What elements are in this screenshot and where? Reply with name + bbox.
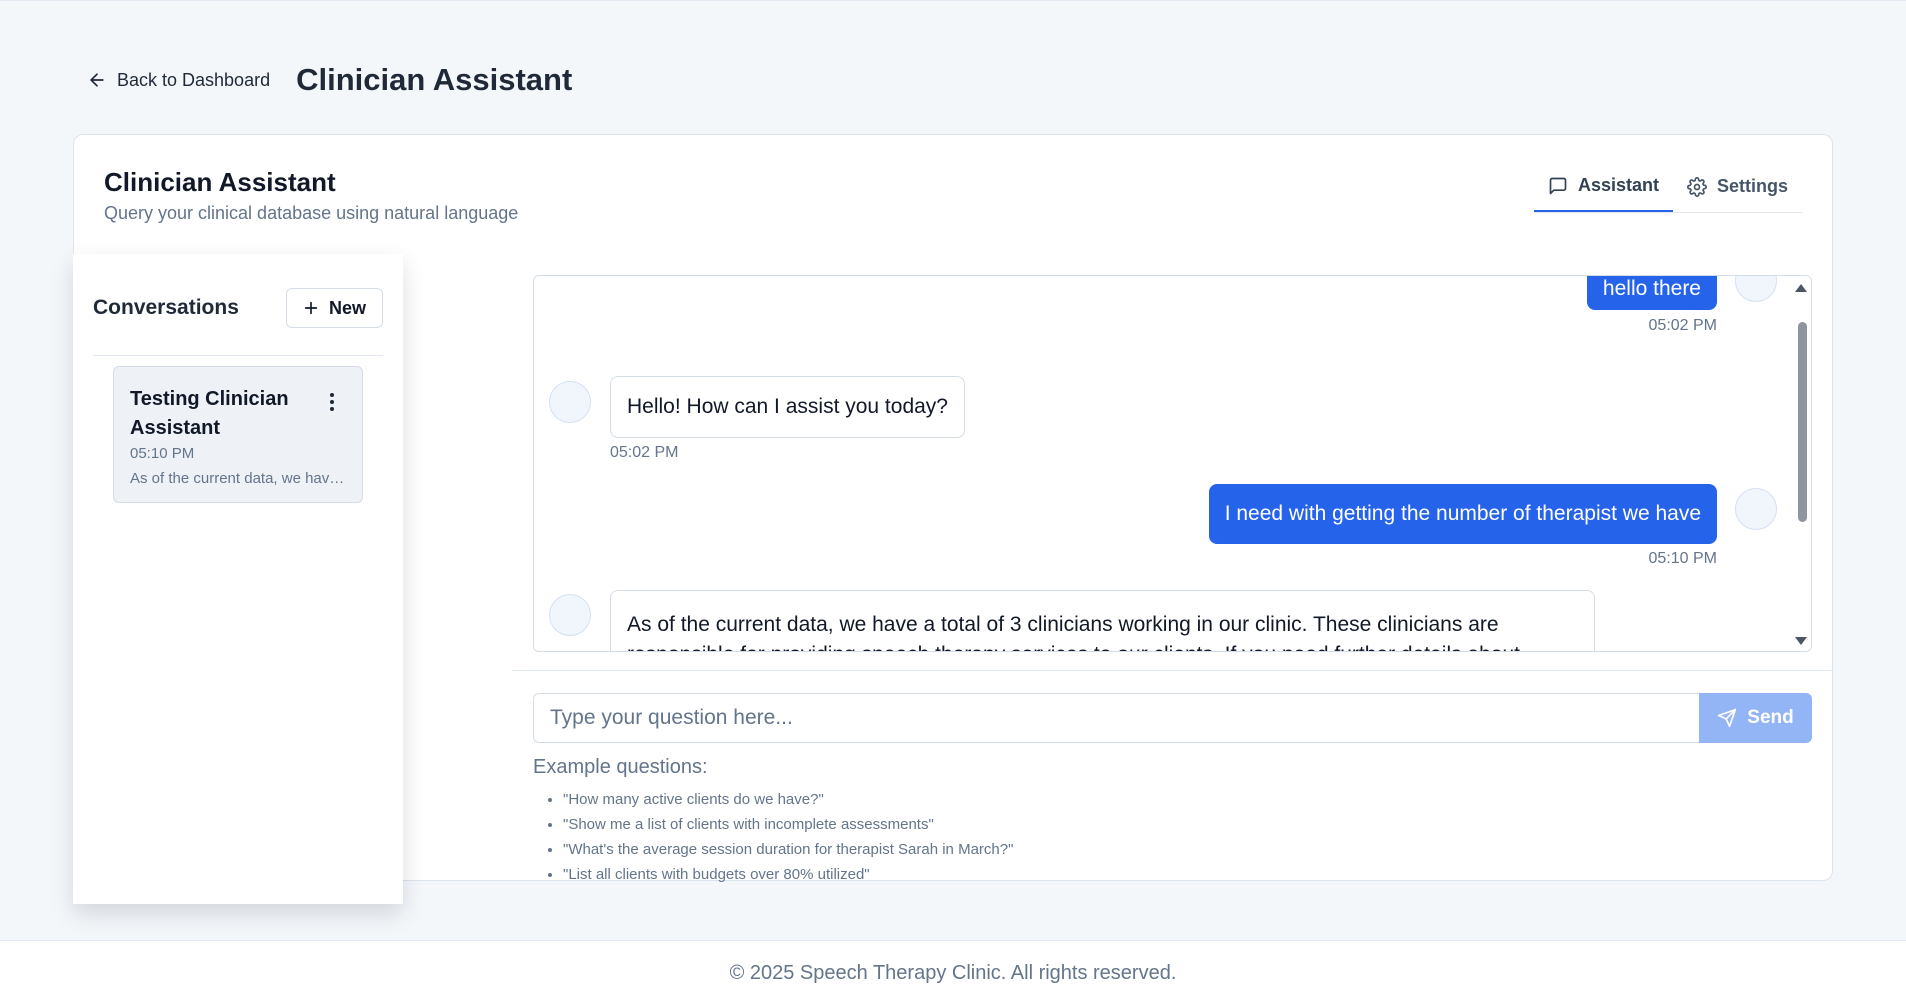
user-message-text: hello there (1602, 277, 1701, 300)
assistant-message: As of the current data, we have a total … (610, 590, 1595, 651)
back-to-dashboard-link[interactable]: Back to Dashboard (87, 70, 270, 91)
scroll-up-arrow[interactable] (1795, 284, 1807, 292)
conversation-preview: As of the current data, we have a total … (130, 470, 346, 487)
user-message: hello there (1586, 276, 1717, 310)
user-avatar (1735, 276, 1777, 302)
tab-assistant[interactable]: Assistant (1533, 175, 1673, 212)
scroll-down-arrow[interactable] (1795, 637, 1807, 645)
example-question: "How many active clients do we have?" (563, 787, 1013, 812)
send-icon (1718, 708, 1737, 728)
assistant-message-text: Hello! How can I assist you today? (627, 395, 948, 418)
chat-messages[interactable]: hello there 05:02 PM Hello! How can I as… (533, 275, 1812, 652)
back-link-label: Back to Dashboard (117, 69, 271, 90)
chat-scrollbar[interactable] (1794, 276, 1811, 651)
new-button-label: New (328, 297, 366, 318)
question-input-row: Send (533, 693, 1812, 743)
assistant-avatar (549, 381, 591, 423)
sidebar-header: Conversations New (93, 288, 383, 328)
tab-assistant-label: Assistant (1577, 175, 1659, 195)
examples-heading: Example questions: (533, 756, 708, 778)
assistant-message: Hello! How can I assist you today? (610, 376, 965, 438)
conversations-sidebar: Conversations New Testing Clinician Assi… (73, 254, 403, 904)
gear-icon (1687, 176, 1707, 197)
example-question: "List all clients with budgets over 80% … (563, 862, 1013, 887)
conversations-heading: Conversations (93, 296, 239, 319)
footer: © 2025 Speech Therapy Clinic. All rights… (0, 940, 1906, 1005)
footer-text: © 2025 Speech Therapy Clinic. All rights… (729, 961, 1177, 984)
tab-settings[interactable]: Settings (1673, 175, 1802, 212)
example-question: "What's the average session duration for… (563, 837, 1013, 862)
examples-list: "How many active clients do we have?" "S… (563, 787, 1013, 887)
send-button-label: Send (1747, 707, 1794, 728)
example-question: "Show me a list of clients with incomple… (563, 812, 1013, 837)
message-time: 05:02 PM (610, 444, 679, 461)
card-title: Clinician Assistant (104, 167, 336, 197)
new-conversation-button[interactable]: New (285, 288, 383, 328)
sidebar-divider (93, 355, 383, 356)
message-square-icon (1549, 177, 1567, 194)
arrow-left-icon (90, 73, 104, 87)
message-time: 05:10 PM (1648, 550, 1717, 567)
send-button[interactable]: Send (1699, 693, 1812, 743)
assistant-avatar (549, 594, 591, 636)
top-border (0, 0, 1906, 4)
page-title: Clinician Assistant (296, 62, 573, 97)
message-time: 05:02 PM (1648, 317, 1717, 334)
user-message: I need with getting the number of therap… (1208, 484, 1717, 544)
scroll-thumb[interactable] (1798, 322, 1807, 522)
page-header: Back to Dashboard Clinician Assistant (87, 62, 572, 98)
user-message-text: I need with getting the number of therap… (1224, 502, 1701, 525)
conversation-title: Testing Clinician Assistant (130, 388, 289, 439)
tab-settings-label: Settings (1716, 176, 1788, 196)
question-input[interactable] (533, 693, 1699, 743)
chat-divider (513, 670, 1832, 671)
card-tabs: Assistant Settings (1533, 175, 1802, 213)
user-avatar (1735, 488, 1777, 530)
card-subtitle: Query your clinical database using natur… (104, 203, 519, 223)
assistant-message-text: As of the current data, we have a total … (627, 613, 1520, 651)
conversation-item[interactable]: Testing Clinician Assistant 05:10 PM As … (113, 366, 363, 503)
more-vertical-icon[interactable] (328, 393, 336, 415)
conversation-time: 05:10 PM (130, 445, 195, 462)
plus-icon (304, 301, 318, 315)
